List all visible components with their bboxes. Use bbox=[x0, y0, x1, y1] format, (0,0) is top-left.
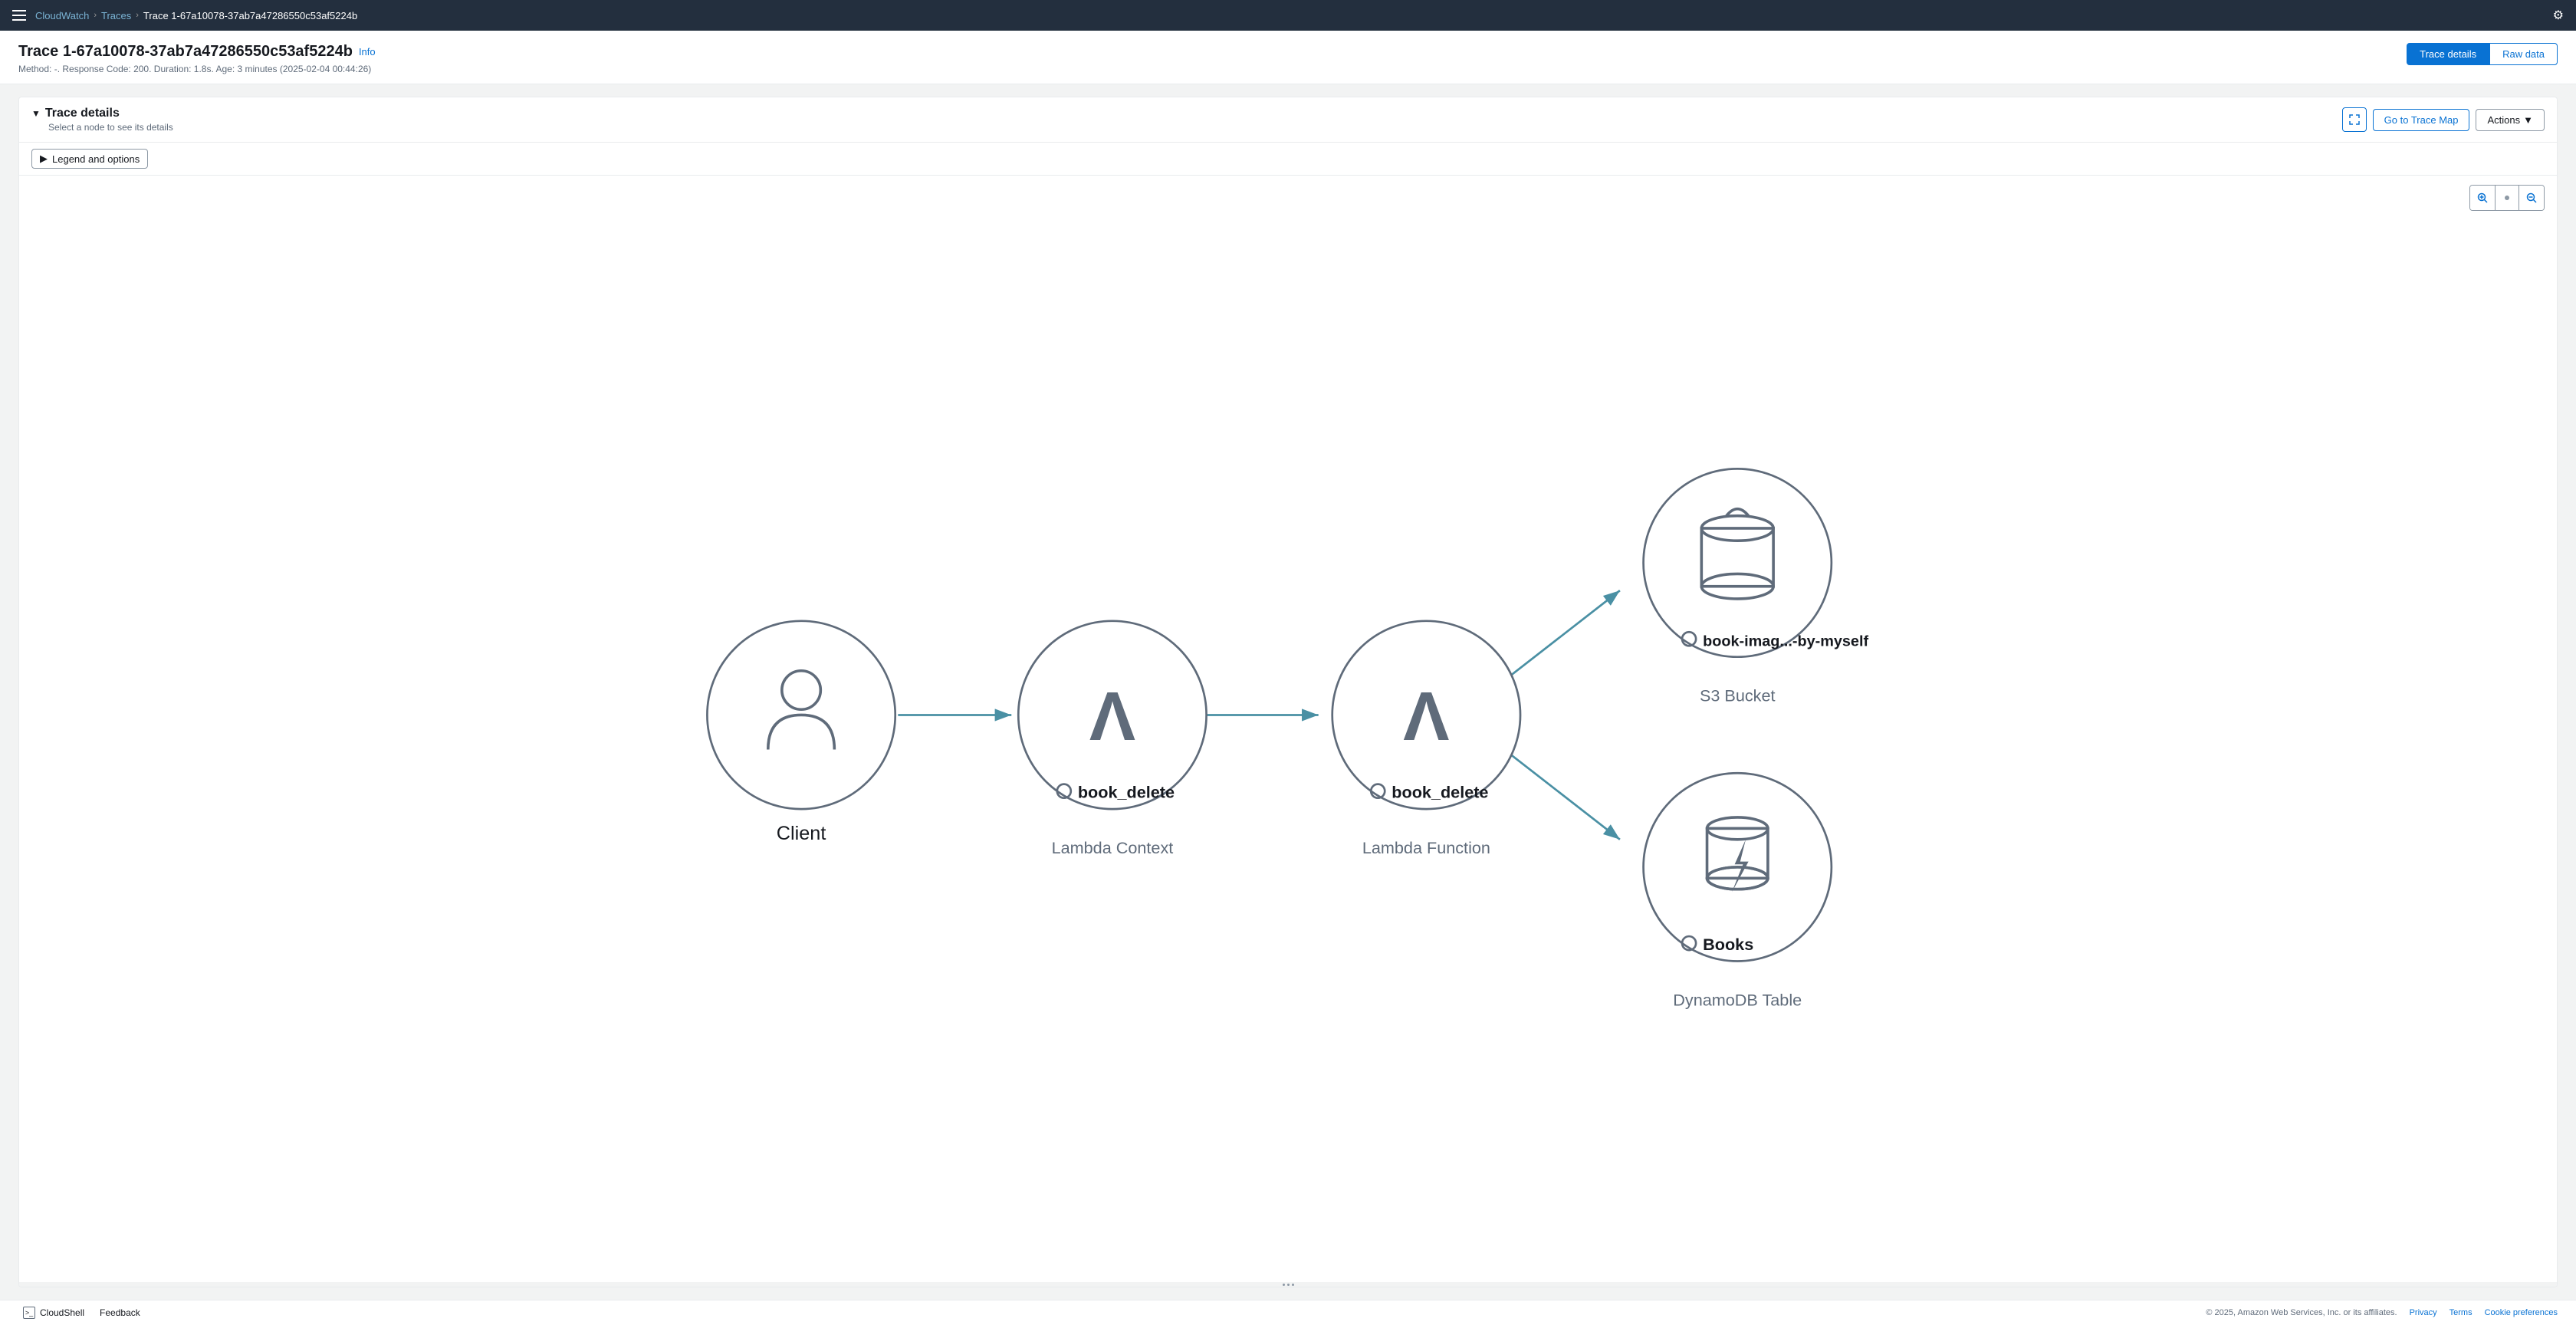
node-dynamodb[interactable]: Books DynamoDB Table bbox=[1644, 773, 1832, 1009]
actions-chevron-icon: ▼ bbox=[2523, 114, 2533, 126]
terms-link[interactable]: Terms bbox=[2450, 1308, 2472, 1317]
edge-lambda-fn-s3 bbox=[1496, 590, 1620, 687]
fullscreen-button[interactable] bbox=[2342, 107, 2367, 132]
legend-label: Legend and options bbox=[52, 153, 140, 165]
cookie-link[interactable]: Cookie preferences bbox=[2485, 1308, 2558, 1317]
footer: >_ CloudShell Feedback © 2025, Amazon We… bbox=[0, 1300, 2576, 1325]
trace-diagram: Client Λ book_delete Lambda Context bbox=[19, 176, 2557, 1282]
node-lambda-context[interactable]: Λ book_delete Lambda Context bbox=[1018, 621, 1206, 857]
tab-trace-details[interactable]: Trace details bbox=[2407, 43, 2489, 65]
trace-panel: ▼ Trace details Select a node to see its… bbox=[18, 97, 2558, 1287]
footer-left: >_ CloudShell Feedback bbox=[18, 1305, 145, 1320]
node-lambda-function[interactable]: Λ book_delete Lambda Function bbox=[1332, 621, 1520, 857]
top-nav: CloudWatch › Traces › Trace 1-67a10078-3… bbox=[0, 0, 2576, 31]
svg-text:S3 Bucket: S3 Bucket bbox=[1700, 686, 1776, 705]
svg-text:DynamoDB Table: DynamoDB Table bbox=[1673, 990, 1802, 1009]
breadcrumb-sep-1: › bbox=[94, 11, 97, 20]
panel-header-right: Go to Trace Map Actions ▼ bbox=[2342, 107, 2545, 132]
cloudshell-button[interactable]: >_ CloudShell bbox=[18, 1305, 89, 1320]
breadcrumb-sep-2: › bbox=[136, 11, 139, 20]
feedback-label: Feedback bbox=[100, 1307, 140, 1318]
svg-text:book_delete: book_delete bbox=[1392, 783, 1488, 802]
svg-text:Λ: Λ bbox=[1403, 678, 1449, 755]
svg-text:book_delete: book_delete bbox=[1078, 783, 1175, 802]
zoom-out-button[interactable] bbox=[2519, 186, 2544, 210]
svg-text:Lambda Function: Lambda Function bbox=[1362, 838, 1490, 857]
panel-header-left: ▼ Trace details Select a node to see its… bbox=[31, 107, 173, 133]
svg-text:Λ: Λ bbox=[1089, 678, 1135, 755]
hamburger-menu[interactable] bbox=[12, 10, 26, 21]
legend-toggle-button[interactable]: ▶ Legend and options bbox=[31, 149, 148, 169]
main-content: ▼ Trace details Select a node to see its… bbox=[0, 84, 2576, 1300]
nav-right: ⚙ bbox=[2553, 8, 2564, 23]
page-meta: Method: -. Response Code: 200. Duration:… bbox=[18, 64, 376, 74]
svg-text:Books: Books bbox=[1703, 935, 1753, 954]
actions-button[interactable]: Actions ▼ bbox=[2476, 109, 2545, 131]
diagram-area[interactable]: Client Λ book_delete Lambda Context bbox=[19, 176, 2557, 1282]
node-client[interactable]: Client bbox=[707, 621, 895, 844]
tab-raw-data[interactable]: Raw data bbox=[2489, 43, 2558, 65]
panel-title-text: Trace details bbox=[45, 107, 120, 120]
svg-text:Lambda Context: Lambda Context bbox=[1052, 838, 1174, 857]
resize-dots bbox=[1283, 1284, 1294, 1286]
info-badge[interactable]: Info bbox=[359, 46, 376, 58]
actions-label: Actions bbox=[2487, 114, 2520, 126]
footer-copyright: © 2025, Amazon Web Services, Inc. or its… bbox=[2206, 1308, 2397, 1317]
footer-right: © 2025, Amazon Web Services, Inc. or its… bbox=[2206, 1308, 2558, 1317]
settings-icon[interactable]: ⚙ bbox=[2553, 9, 2564, 22]
panel-header: ▼ Trace details Select a node to see its… bbox=[19, 97, 2557, 143]
breadcrumb-traces[interactable]: Traces bbox=[101, 10, 131, 21]
page-title-text: Trace 1-67a10078-37ab7a47286550c53af5224… bbox=[18, 43, 353, 61]
svg-text:Client: Client bbox=[777, 823, 826, 844]
feedback-button[interactable]: Feedback bbox=[95, 1306, 145, 1320]
privacy-link[interactable]: Privacy bbox=[2410, 1308, 2437, 1317]
cloudshell-label: CloudShell bbox=[40, 1307, 84, 1318]
zoom-controls bbox=[2469, 185, 2545, 211]
panel-title: ▼ Trace details bbox=[31, 107, 173, 120]
page-title: Trace 1-67a10078-37ab7a47286550c53af5224… bbox=[18, 43, 376, 61]
resize-handle[interactable] bbox=[19, 1282, 2557, 1287]
panel-subtitle: Select a node to see its details bbox=[31, 122, 173, 133]
legend-expand-icon: ▶ bbox=[40, 153, 48, 165]
goto-trace-map-button[interactable]: Go to Trace Map bbox=[2373, 109, 2470, 131]
panel-body: ▶ Legend and options bbox=[19, 143, 2557, 1287]
page-header: Trace 1-67a10078-37ab7a47286550c53af5224… bbox=[0, 31, 2576, 84]
zoom-in-button[interactable] bbox=[2470, 186, 2495, 210]
zoom-reset[interactable] bbox=[2495, 186, 2519, 210]
legend-bar: ▶ Legend and options bbox=[19, 143, 2557, 176]
node-s3[interactable]: book-imag...-by-myself S3 Bucket bbox=[1644, 469, 1869, 705]
edge-lambda-fn-dynamo bbox=[1496, 743, 1620, 840]
svg-text:book-imag...-by-myself: book-imag...-by-myself bbox=[1703, 633, 1868, 649]
collapse-icon[interactable]: ▼ bbox=[31, 108, 41, 119]
breadcrumb-cloudwatch[interactable]: CloudWatch bbox=[35, 10, 89, 21]
header-tabs: Trace details Raw data bbox=[2407, 43, 2558, 65]
breadcrumb: CloudWatch › Traces › Trace 1-67a10078-3… bbox=[35, 10, 357, 21]
breadcrumb-current: Trace 1-67a10078-37ab7a47286550c53af5224… bbox=[143, 10, 357, 21]
cloudshell-icon: >_ bbox=[23, 1307, 35, 1319]
